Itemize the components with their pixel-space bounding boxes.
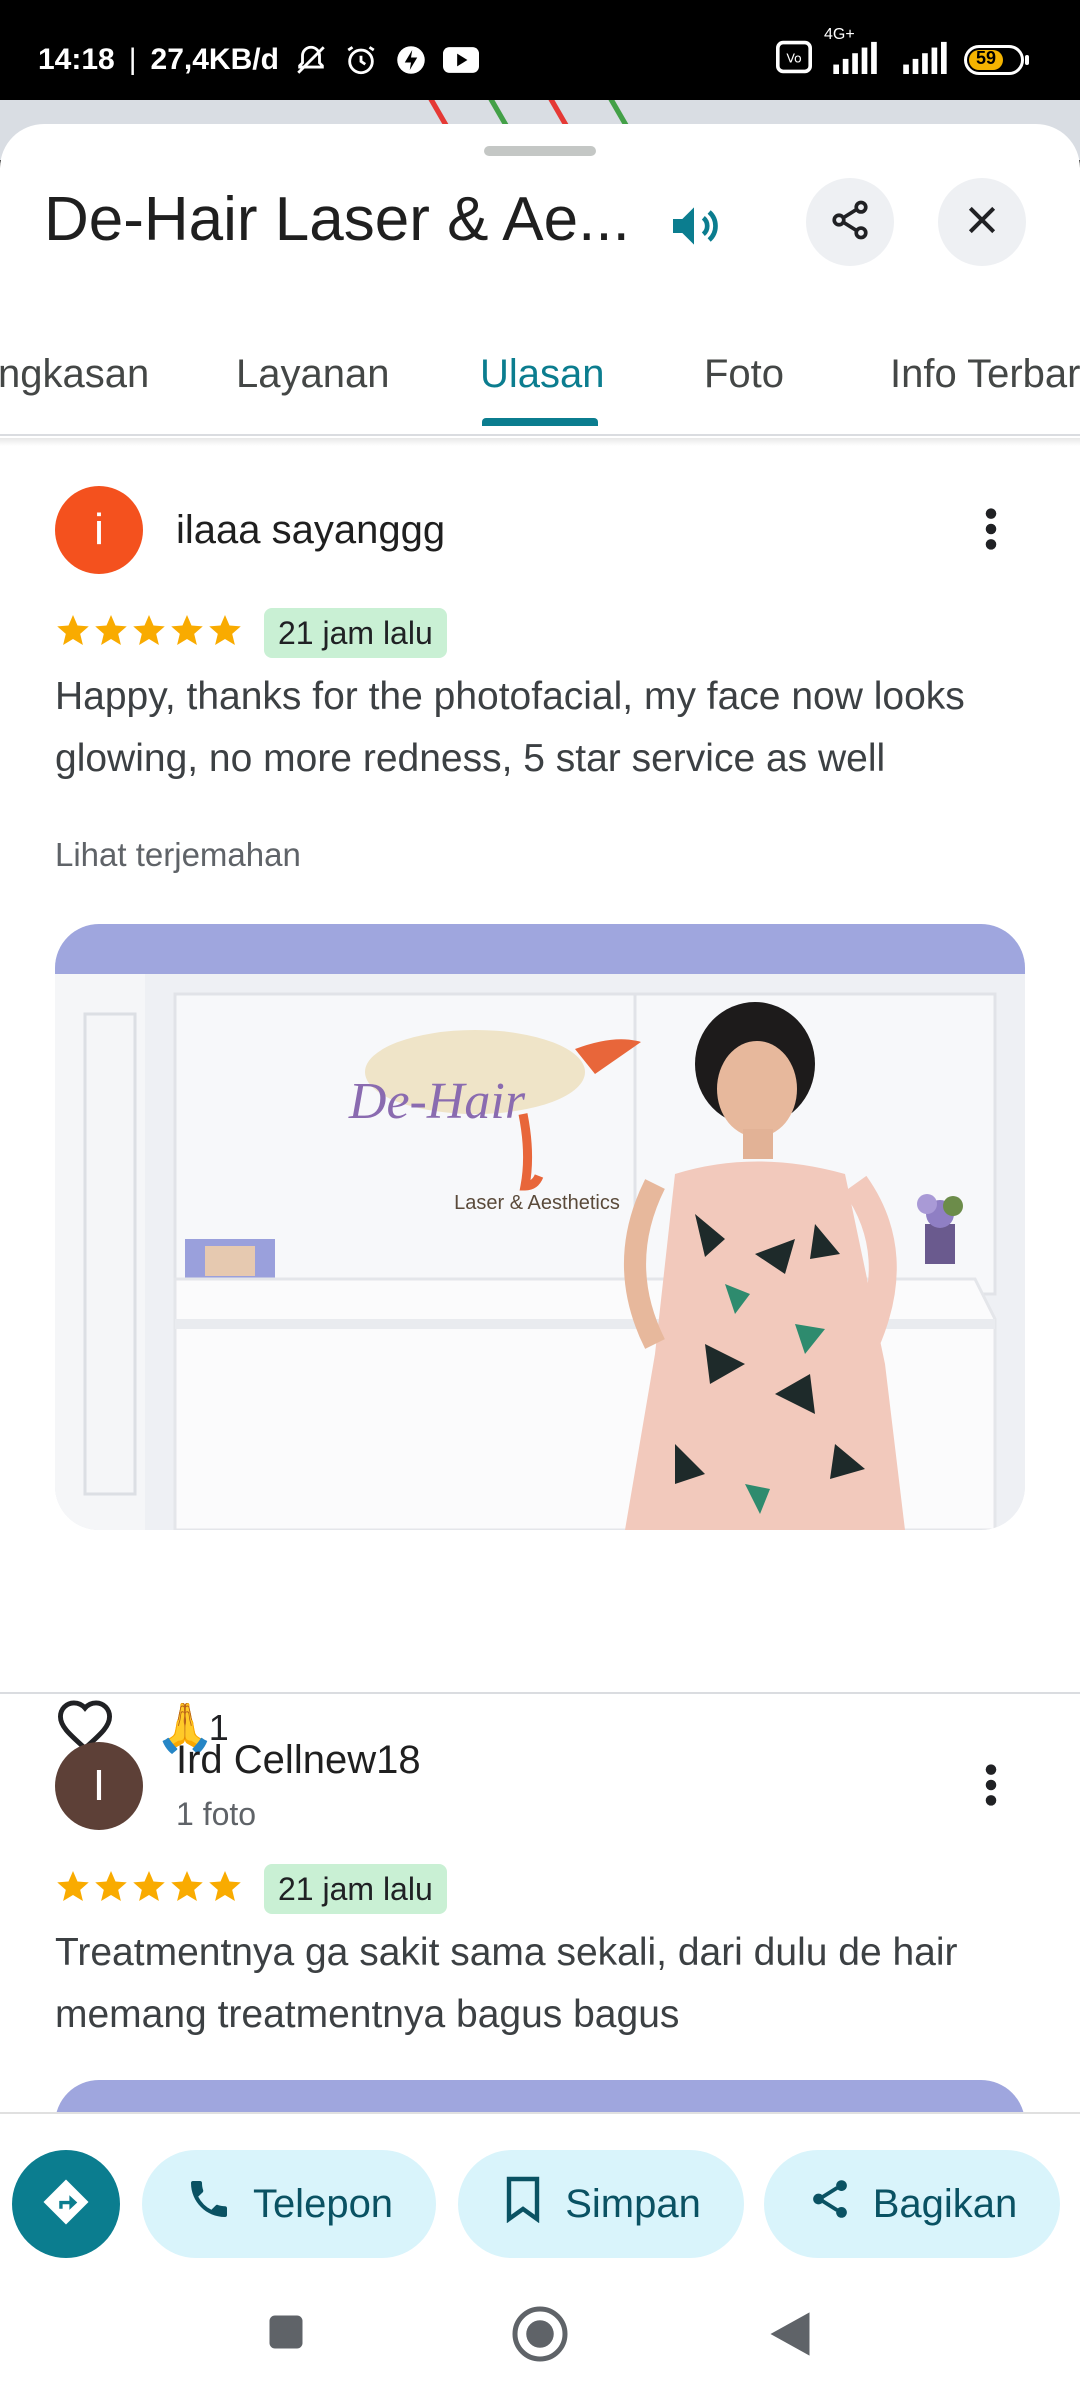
star-icon [169,612,205,653]
save-label: Simpan [565,2181,701,2226]
more-options-button[interactable] [966,496,1016,566]
reviewer-name[interactable]: ilaaa sayanggg [176,508,445,553]
tab-foto[interactable]: Foto [704,352,784,397]
star-icon [93,612,129,653]
avatar[interactable]: I [55,1742,143,1830]
status-bar: 14:18 | 27,4KB/d Vo 4G+ 59 [0,0,1080,110]
bell-off-icon [293,42,329,78]
close-button[interactable] [938,178,1026,266]
photo-logo-subtext: Laser & Aesthetics [454,1192,620,1214]
battery-level: 59 [976,47,997,68]
review-text[interactable]: Treatmentnya ga sakit sama sekali, dari … [55,1922,1035,2046]
square-icon [264,2310,308,2359]
status-speed: 27,4KB/d [150,43,279,76]
svg-text:Vo: Vo [786,50,802,65]
alarm-icon [343,42,379,78]
avatar[interactable]: i [55,486,143,574]
recents-button[interactable] [264,2310,308,2359]
review-photo[interactable]: De-Hair Laser & Aesthetics [55,924,1025,1530]
review-time-badge: 21 jam lalu [264,608,447,658]
volte-icon: Vo [776,40,812,79]
share-button[interactable] [806,178,894,266]
close-icon [962,200,1002,245]
speaker-button[interactable] [656,190,732,266]
phone-icon [185,2175,233,2233]
drag-handle[interactable] [484,146,596,156]
reviewer-name[interactable]: Ird Cellnew18 [176,1738,421,1783]
network-type: 4G+ [824,26,855,43]
battery-icon: 59 [964,44,1030,75]
share-icon [828,198,872,247]
signal-icon [900,40,948,79]
action-bar: Telepon Simpan Bagikan [0,2112,1080,2400]
see-translation-link[interactable]: Lihat terjemahan [55,836,301,874]
star-rating [55,612,243,653]
star-icon [169,1868,205,1909]
star-icon [207,612,243,653]
reviewer-meta: 1 foto [176,1796,257,1832]
flash-charge-icon [393,42,429,78]
tab-info-terbaru[interactable]: Info Terbar [890,352,1080,397]
call-label: Telepon [252,2181,394,2226]
star-icon [207,1868,243,1909]
reception-photo-illustration: De-Hair Laser & Aesthetics [55,924,1025,1530]
speaker-icon [666,198,722,259]
tab-ulasan[interactable]: Ulasan [480,352,605,397]
star-icon [131,1868,167,1909]
directions-button[interactable] [12,2150,120,2258]
back-triangle-icon [766,2308,814,2365]
more-vert-icon [984,507,998,556]
signal-4g-icon: 4G+ [824,26,884,79]
more-options-button[interactable] [966,1752,1016,1822]
share-place-button[interactable]: Bagikan [764,2150,1060,2258]
home-button[interactable] [510,2304,570,2369]
call-button[interactable]: Telepon [142,2150,436,2258]
place-title: De-Hair Laser & Ae... [44,185,630,254]
review-divider [0,1692,1080,1694]
status-time: 14:18 [38,43,115,76]
bookmark-icon [501,2175,545,2233]
star-icon [55,1868,91,1909]
share-label: Bagikan [872,2181,1018,2226]
star-icon [93,1868,129,1909]
place-sheet: De-Hair Laser & Ae... ngkasan Layanan Ul… [0,124,1080,2124]
review-text[interactable]: Happy, thanks for the photofacial, my fa… [55,666,1035,790]
review-time-badge: 21 jam lalu [264,1864,447,1914]
active-tab-indicator [482,418,598,426]
tab-shadow [0,438,1080,446]
star-rating [55,1868,243,1909]
youtube-icon [442,42,479,78]
save-button[interactable]: Simpan [458,2150,744,2258]
star-icon [55,612,91,653]
tab-ringkasan[interactable]: ngkasan [0,352,149,397]
share-icon [807,2176,853,2232]
system-nav-bar [0,2274,1080,2400]
photo-logo-text: De-Hair [348,1073,526,1130]
home-circle-icon [510,2304,570,2369]
status-separator: | [128,43,137,76]
tab-layanan[interactable]: Layanan [236,352,389,397]
directions-icon [39,2175,93,2234]
back-button[interactable] [766,2308,814,2365]
more-vert-icon [984,1763,998,1812]
star-icon [131,612,167,653]
